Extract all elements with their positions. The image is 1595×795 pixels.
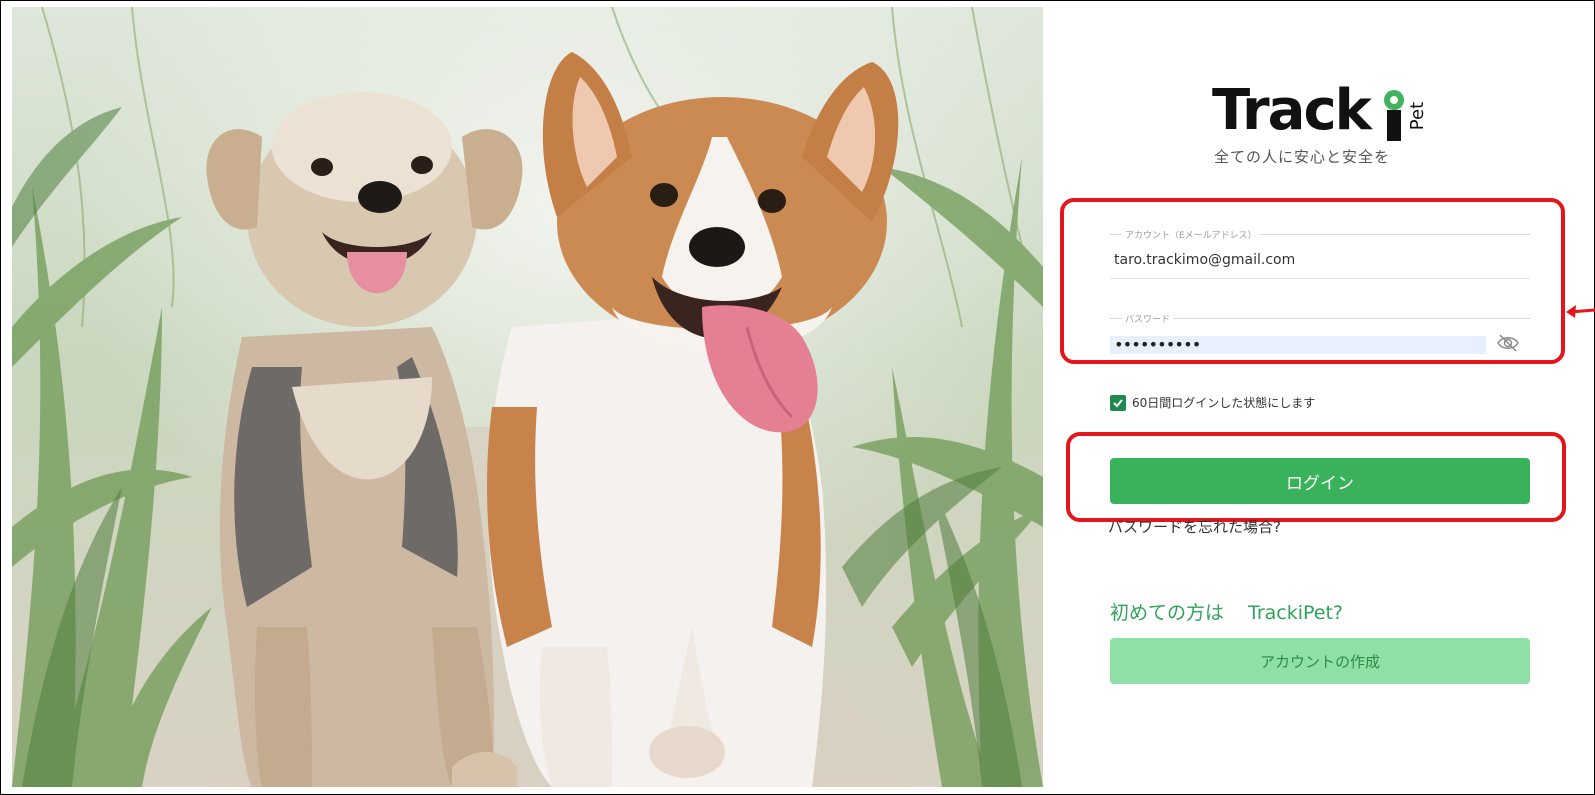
remember-option[interactable]: 60日間ログインした状態にします (1110, 394, 1315, 411)
signup-brand: TrackiPet? (1248, 602, 1344, 624)
checkmark-icon (1113, 398, 1123, 407)
remember-checkbox[interactable] (1110, 394, 1126, 411)
tagline: 全ての人に安心と安全を (1214, 148, 1391, 166)
pointer-arrow (1566, 305, 1595, 318)
remember-label: 60日間ログインした状態にします (1132, 396, 1316, 410)
signup-prompt-text: 初めての方は (1110, 602, 1225, 624)
signup-prompt: 初めての方は TrackiPet? (1110, 598, 1343, 625)
logo-wordmark: Track (1212, 78, 1372, 143)
highlight-credentials (1060, 198, 1565, 364)
forgot-password-link[interactable]: パスワードを忘れた場合? (1108, 516, 1281, 537)
brand-logo: Track Pet 全ての人に安心と安全を (1212, 80, 1442, 190)
logo-suffix: Pet (1406, 101, 1428, 131)
create-account-button[interactable]: アカウントの作成 (1110, 638, 1530, 684)
highlight-login (1066, 432, 1566, 522)
hero-photo (12, 7, 1043, 787)
